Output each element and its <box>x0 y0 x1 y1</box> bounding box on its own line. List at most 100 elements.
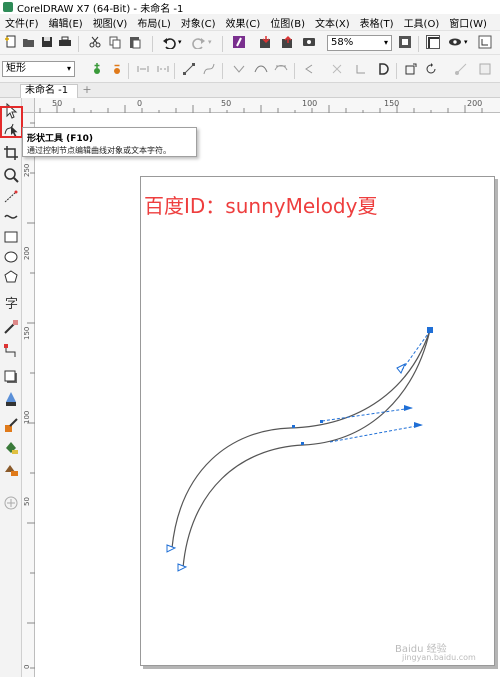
connector-tool-icon[interactable] <box>2 342 20 360</box>
menu-layout[interactable]: 布局(L) <box>132 15 175 30</box>
smooth-node-icon[interactable] <box>254 62 268 76</box>
chevron-down-icon: ▾ <box>383 38 388 47</box>
ruler-tick-label: 50 <box>221 99 232 108</box>
extract-subpath-icon[interactable] <box>354 62 368 76</box>
rulers-icon[interactable] <box>426 35 440 49</box>
menu-bar: 文件(F) 编辑(E) 视图(V) 布局(L) 对象(C) 效果(C) 位图(B… <box>0 14 500 30</box>
watermark-text: 百度ID：sunnyMelody夏 <box>144 194 378 218</box>
paste-icon[interactable] <box>128 35 142 49</box>
redo-icon[interactable] <box>192 35 206 49</box>
menu-file[interactable]: 文件(F) <box>0 15 44 30</box>
smart-drawing-tool-icon[interactable] <box>2 208 20 226</box>
svg-text:字: 字 <box>5 297 18 312</box>
vertical-ruler[interactable]: 250 200 150 100 50 0 <box>22 113 35 677</box>
smart-fill-tool-icon[interactable] <box>2 460 20 478</box>
ruler-tick-label: 200 <box>467 99 483 108</box>
export-icon[interactable] <box>280 35 294 49</box>
title-bar: CorelDRAW X7 (64-Bit) - 未命名 -1 <box>0 0 500 15</box>
add-node-icon[interactable] <box>90 62 104 76</box>
ruler-tick-label: 100 <box>302 99 318 108</box>
window-title: CorelDRAW X7 (64-Bit) - 未命名 -1 <box>17 3 184 15</box>
parallel-dimension-tool-icon[interactable] <box>2 318 20 336</box>
horizontal-ruler[interactable]: 50 0 50 100 150 200 <box>35 98 500 113</box>
text-tool-icon[interactable]: 字 <box>2 294 20 312</box>
close-curve-icon[interactable] <box>376 62 390 76</box>
redo-dropdown-icon[interactable]: ▾ <box>208 38 212 46</box>
shape-type-select[interactable]: 矩形 ▾ <box>2 61 75 77</box>
save-icon[interactable] <box>40 35 54 49</box>
menu-text[interactable]: 文本(X) <box>310 15 355 30</box>
search-icon[interactable] <box>232 35 246 49</box>
break-curve-icon[interactable] <box>156 62 170 76</box>
new-icon[interactable] <box>4 35 18 49</box>
tooltip-description: 通过控制节点编辑曲线对象或文本字符。 <box>27 146 171 155</box>
crop-tool-icon[interactable] <box>2 144 20 162</box>
menu-object[interactable]: 对象(C) <box>176 15 221 30</box>
join-nodes-icon[interactable] <box>136 62 150 76</box>
menu-edit[interactable]: 编辑(E) <box>44 15 88 30</box>
standard-toolbar <box>0 30 500 55</box>
horizontal-ruler-ticks <box>39 105 483 113</box>
ruler-tick-label: 100 <box>23 410 31 424</box>
freehand-tool-icon[interactable] <box>2 188 20 206</box>
rotate-node-icon[interactable] <box>424 62 438 76</box>
zoom-tool-icon[interactable] <box>2 166 20 184</box>
stretch-node-icon[interactable] <box>404 62 418 76</box>
transparency-tool-icon[interactable] <box>2 390 20 408</box>
shape-tool-highlight <box>0 106 23 138</box>
reverse-direction-icon[interactable] <box>302 62 316 76</box>
ruler-tick-label: 0 <box>137 99 143 108</box>
undo-icon[interactable] <box>162 35 176 49</box>
zoom-value: 58% <box>331 37 354 48</box>
print-icon[interactable] <box>58 35 72 49</box>
menu-view[interactable]: 视图(V) <box>88 15 133 30</box>
tooltip-title: 形状工具 (F10) <box>27 134 94 144</box>
rectangle-tool-icon[interactable] <box>2 228 20 246</box>
ruler-tick-label: 0 <box>23 664 31 669</box>
chevron-down-icon: ▾ <box>66 64 71 73</box>
menu-tools[interactable]: 工具(O) <box>399 15 445 30</box>
delete-node-icon[interactable] <box>110 62 124 76</box>
import-icon[interactable] <box>258 35 272 49</box>
toolbox: 字 <box>0 98 22 677</box>
symmetrical-node-icon[interactable] <box>274 62 288 76</box>
color-eyedropper-tool-icon[interactable] <box>2 416 20 434</box>
ellipse-tool-icon[interactable] <box>2 248 20 266</box>
copy-icon[interactable] <box>108 35 122 49</box>
interactive-fill-tool-icon[interactable] <box>2 438 20 456</box>
polygon-tool-icon[interactable] <box>2 268 20 286</box>
snap-icon[interactable] <box>448 35 462 49</box>
snap-dropdown-icon[interactable]: ▾ <box>464 38 468 46</box>
extend-curve-icon[interactable] <box>330 62 344 76</box>
menu-table[interactable]: 表格(T) <box>355 15 399 30</box>
drop-shadow-tool-icon[interactable] <box>2 368 20 386</box>
to-line-icon[interactable] <box>182 62 196 76</box>
options-icon[interactable] <box>478 35 492 49</box>
menu-bitmaps[interactable]: 位图(B) <box>265 15 310 30</box>
publish-icon[interactable] <box>302 35 316 49</box>
full-screen-icon[interactable] <box>398 35 412 49</box>
elastic-mode-icon[interactable] <box>478 62 492 76</box>
align-nodes-icon[interactable] <box>454 62 468 76</box>
document-page[interactable] <box>140 176 495 666</box>
zoom-level-select[interactable]: 58% ▾ <box>327 35 392 51</box>
to-curve-icon[interactable] <box>202 62 216 76</box>
coreldraw-logo-icon <box>3 2 13 12</box>
open-icon[interactable] <box>22 35 36 49</box>
menu-window[interactable]: 窗口(W) <box>444 15 492 30</box>
menu-effects[interactable]: 效果(C) <box>221 15 266 30</box>
add-tab-button[interactable]: + <box>80 84 94 97</box>
shape-type-value: 矩形 <box>6 63 26 74</box>
add-tool-icon[interactable] <box>2 494 20 512</box>
document-tab[interactable]: 未命名 -1 <box>20 84 78 98</box>
ruler-tick-label: 200 <box>23 246 31 260</box>
ruler-tick-label: 50 <box>52 99 63 108</box>
ruler-tick-label: 250 <box>23 163 31 177</box>
cut-icon[interactable] <box>88 35 102 49</box>
ruler-origin[interactable] <box>22 98 35 113</box>
cusp-node-icon[interactable] <box>232 62 246 76</box>
document-tab-bar: 未命名 -1 + <box>0 83 500 98</box>
ruler-tick-label: 50 <box>23 497 31 506</box>
undo-dropdown-icon[interactable]: ▾ <box>178 38 182 46</box>
vertical-ruler-ticks <box>27 122 35 669</box>
